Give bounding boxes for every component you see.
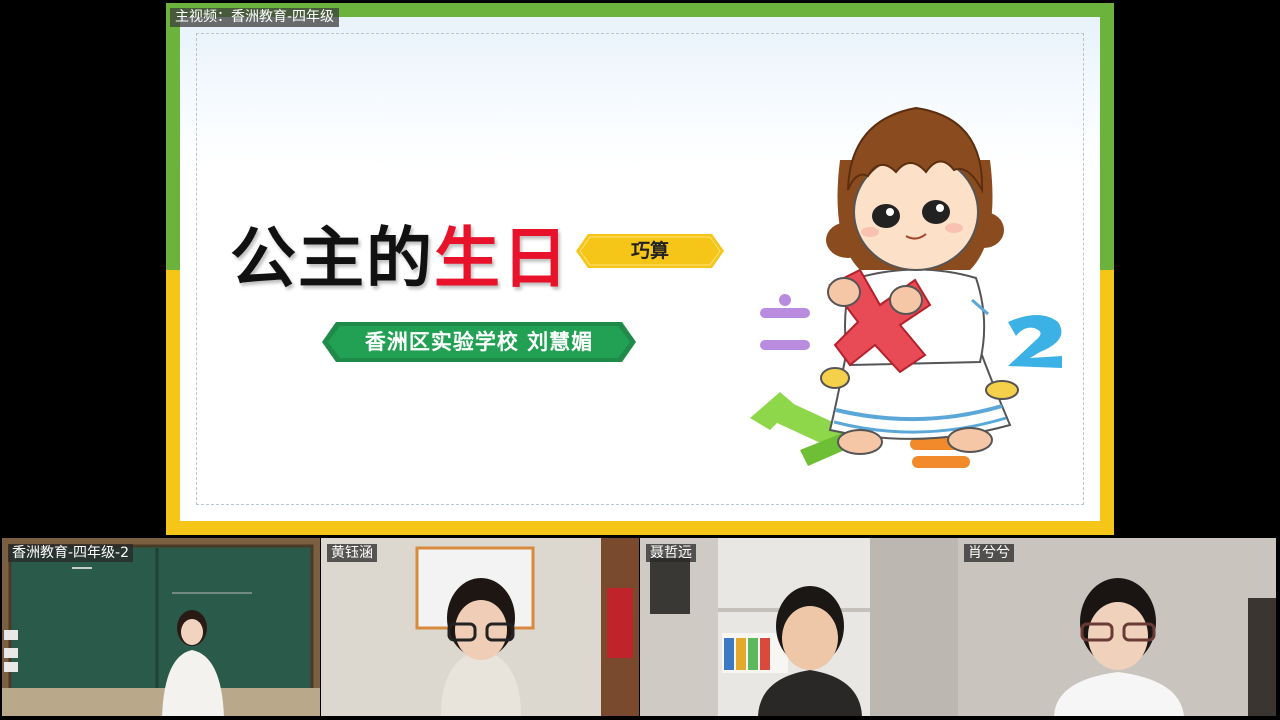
participant-video: [640, 538, 958, 716]
slide-tag: 巧算: [576, 234, 724, 268]
participant-tile[interactable]: 香洲教育-四年级-2: [2, 538, 320, 716]
main-video-label: 主视频：香洲教育-四年级: [170, 8, 340, 27]
participant-tile[interactable]: 肖兮兮: [958, 538, 1276, 716]
slide-title: 公主的生日: [230, 222, 570, 294]
girl-illustration: [750, 106, 1062, 468]
slide-tag-label: 巧算: [630, 240, 669, 262]
participant-tile[interactable]: 黄钰涵: [321, 538, 639, 716]
slide-title-black: 公主的: [230, 219, 434, 297]
participant-video: [321, 538, 639, 716]
participant-tile[interactable]: 聂哲远: [640, 538, 958, 716]
participant-video: [958, 538, 1276, 716]
participant-name: 聂哲远: [646, 544, 696, 562]
participant-name: 肖兮兮: [964, 544, 1014, 562]
slide-title-red: 生日: [434, 219, 570, 297]
slide-ribbon-label: 香洲区实验学校 刘慧媚: [364, 329, 594, 354]
divide-symbol-icon: [760, 294, 810, 350]
number-two-icon: [1008, 315, 1062, 368]
participant-video: [2, 538, 320, 716]
slide-ribbon: 香洲区实验学校 刘慧媚: [322, 322, 636, 362]
participant-name: 香洲教育-四年级-2: [8, 544, 134, 562]
participant-name: 黄钰涵: [327, 544, 377, 562]
